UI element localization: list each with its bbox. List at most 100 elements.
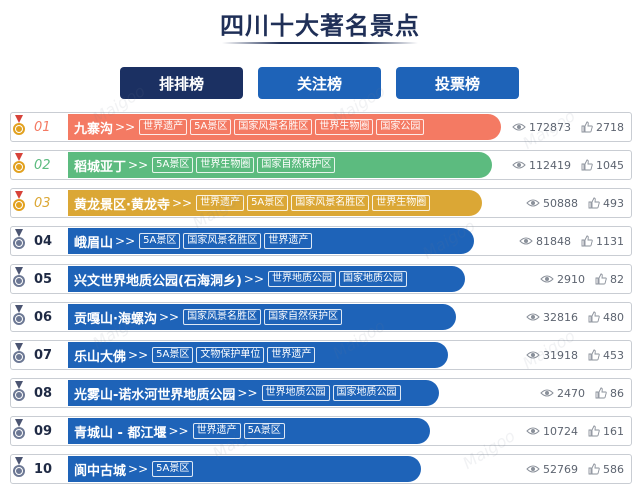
attraction-name[interactable]: 兴文世界地质公园(石海洞乡) — [74, 270, 242, 289]
eye-icon — [526, 465, 540, 473]
list-item[interactable]: 02 稻城亚丁 >> 5A景区 世界生物圈 国家自然保护区 112419 1045 — [10, 150, 632, 180]
rank-bar: 03 黄龙景区·黄龙寺 >> 世界遗产 5A景区 国家风景名胜区 世界生物圈 — [28, 190, 482, 216]
list-item[interactable]: 05 兴文世界地质公园(石海洞乡) >> 世界地质公园 国家地质公园 2910 82 — [10, 264, 632, 294]
chevron-double-icon: >> — [168, 424, 189, 438]
tag-badge[interactable]: 5A景区 — [243, 423, 285, 439]
thumbs-up-icon[interactable] — [581, 235, 593, 247]
attraction-name[interactable]: 峨眉山 — [74, 232, 113, 251]
eye-icon — [526, 313, 540, 321]
tag-badge[interactable]: 世界遗产 — [264, 233, 313, 249]
list-item[interactable]: 04 峨眉山 >> 5A景区 国家风景名胜区 世界遗产 81848 1131 — [10, 226, 632, 256]
thumbs-up-icon[interactable] — [588, 425, 600, 437]
chevron-double-icon: >> — [243, 272, 264, 286]
ranking-tabs: 排排榜 关注榜 投票榜 — [0, 67, 640, 99]
tag-badge[interactable]: 5A景区 — [190, 119, 232, 135]
rank-number: 06 — [34, 309, 53, 325]
attraction-name[interactable]: 乐山大佛 — [74, 346, 126, 365]
tag-badge[interactable]: 国家地质公园 — [332, 385, 401, 401]
tag-badge[interactable]: 国家自然保护区 — [257, 157, 336, 173]
thumbs-up-icon[interactable] — [588, 311, 600, 323]
attraction-name[interactable]: 光雾山-诺水河世界地质公园 — [74, 384, 235, 403]
name-and-tags: 峨眉山 >> 5A景区 国家风景名胜区 世界遗产 — [68, 228, 315, 254]
view-count: 2910 — [557, 272, 585, 286]
tag-badge[interactable]: 国家风景名胜区 — [183, 309, 262, 325]
silver-medal-icon — [13, 267, 25, 287]
rank-number: 04 — [34, 233, 53, 249]
row-stats: 32816 480 — [526, 302, 624, 332]
thumbs-up-icon[interactable] — [581, 159, 593, 171]
tag-badge[interactable]: 文物保护单位 — [196, 347, 265, 363]
list-item[interactable]: 10 阆中古城 >> 5A景区 52769 586 — [10, 454, 632, 484]
tag-badge[interactable]: 国家公园 — [376, 119, 425, 135]
tag-badge[interactable]: 国家自然保护区 — [264, 309, 343, 325]
rank-bar: 08 光雾山-诺水河世界地质公园 >> 世界地质公园 国家地质公园 — [28, 380, 439, 406]
silver-medal-icon — [13, 305, 25, 325]
attraction-name[interactable]: 稻城亚丁 — [74, 156, 126, 175]
tag-badge[interactable]: 国家地质公园 — [339, 271, 407, 287]
tag-badge[interactable]: 5A景区 — [152, 461, 194, 477]
view-count: 10724 — [543, 424, 578, 438]
tag-badge[interactable]: 世界遗产 — [192, 423, 241, 439]
tag-badge[interactable]: 世界遗产 — [267, 347, 316, 363]
title-underline — [222, 42, 418, 44]
tag-badge[interactable]: 世界生物圈 — [315, 119, 374, 135]
thumbs-up-icon[interactable] — [588, 463, 600, 475]
rank-number: 07 — [34, 347, 53, 363]
list-item[interactable]: 06 贡嘎山·海螺沟 >> 国家风景名胜区 国家自然保护区 32816 480 — [10, 302, 632, 332]
tab-ranking[interactable]: 排排榜 — [120, 67, 243, 99]
tag-badge[interactable]: 世界生物圈 — [372, 195, 431, 211]
tab-attention[interactable]: 关注榜 — [258, 67, 381, 99]
list-item[interactable]: 01 九寨沟 >> 世界遗产 5A景区 国家风景名胜区 世界生物圈 国家公园 172873 271… — [10, 112, 632, 142]
tag-badge[interactable]: 世界生物圈 — [196, 157, 255, 173]
chevron-double-icon: >> — [158, 310, 180, 324]
list-item[interactable]: 09 青城山 - 都江堰 >> 世界遗产 5A景区 10724 161 — [10, 416, 632, 446]
tag-badge[interactable]: 世界遗产 — [139, 119, 188, 135]
rank-bar: 01 九寨沟 >> 世界遗产 5A景区 国家风景名胜区 世界生物圈 国家公园 — [28, 114, 501, 140]
name-and-tags: 乐山大佛 >> 5A景区 文物保护单位 世界遗产 — [68, 342, 318, 368]
tag-badge[interactable]: 国家风景名胜区 — [234, 119, 313, 135]
row-stats: 172873 2718 — [512, 112, 624, 142]
attraction-name[interactable]: 九寨沟 — [74, 118, 113, 137]
tag-badge[interactable]: 国家风景名胜区 — [183, 233, 262, 249]
tag-badge[interactable]: 5A景区 — [152, 157, 194, 173]
list-item[interactable]: 08 光雾山-诺水河世界地质公园 >> 世界地质公园 国家地质公园 2470 86 — [10, 378, 632, 408]
tag-badge[interactable]: 世界遗产 — [196, 195, 245, 211]
like-count: 453 — [603, 348, 624, 362]
tag-badge[interactable]: 5A景区 — [247, 195, 289, 211]
name-and-tags: 贡嘎山·海螺沟 >> 国家风景名胜区 国家自然保护区 — [68, 304, 345, 330]
eye-icon — [519, 237, 533, 245]
view-count: 31918 — [543, 348, 578, 362]
rank-bar: 05 兴文世界地质公园(石海洞乡) >> 世界地质公园 国家地质公园 — [28, 266, 465, 292]
thumbs-up-icon[interactable] — [595, 387, 607, 399]
attraction-name[interactable]: 青城山 - 都江堰 — [74, 422, 166, 441]
attraction-name[interactable]: 黄龙景区·黄龙寺 — [74, 194, 170, 213]
gold-medal-icon — [13, 191, 25, 211]
thumbs-up-icon[interactable] — [581, 121, 593, 133]
silver-medal-icon — [13, 457, 25, 477]
list-item[interactable]: 07 乐山大佛 >> 5A景区 文物保护单位 世界遗产 31918 453 — [10, 340, 632, 370]
rank-bar: 10 阆中古城 >> 5A景区 — [28, 456, 421, 482]
tag-badge[interactable]: 5A景区 — [152, 347, 194, 363]
row-stats: 52769 586 — [526, 454, 624, 484]
chevron-double-icon: >> — [128, 348, 149, 362]
tag-badge[interactable]: 5A景区 — [139, 233, 181, 249]
attraction-name[interactable]: 阆中古城 — [74, 460, 126, 479]
thumbs-up-icon[interactable] — [588, 349, 600, 361]
eye-icon — [526, 199, 540, 207]
tag-badge[interactable]: 国家风景名胜区 — [291, 195, 370, 211]
thumbs-up-icon[interactable] — [595, 273, 607, 285]
view-count: 32816 — [543, 310, 578, 324]
view-count: 112419 — [529, 158, 571, 172]
thumbs-up-icon[interactable] — [588, 197, 600, 209]
row-stats: 31918 453 — [526, 340, 624, 370]
rank-bar: 06 贡嘎山·海螺沟 >> 国家风景名胜区 国家自然保护区 — [28, 304, 456, 330]
chevron-double-icon: >> — [237, 386, 258, 400]
like-count: 493 — [603, 196, 624, 210]
tag-badge[interactable]: 世界地质公园 — [261, 385, 330, 401]
attraction-name[interactable]: 贡嘎山·海螺沟 — [74, 308, 157, 327]
name-and-tags: 青城山 - 都江堰 >> 世界遗产 5A景区 — [68, 418, 288, 444]
list-item[interactable]: 03 黄龙景区·黄龙寺 >> 世界遗产 5A景区 国家风景名胜区 世界生物圈 50888 493 — [10, 188, 632, 218]
tab-vote[interactable]: 投票榜 — [396, 67, 519, 99]
tag-badge[interactable]: 世界地质公园 — [268, 271, 336, 287]
like-count: 1045 — [596, 158, 624, 172]
